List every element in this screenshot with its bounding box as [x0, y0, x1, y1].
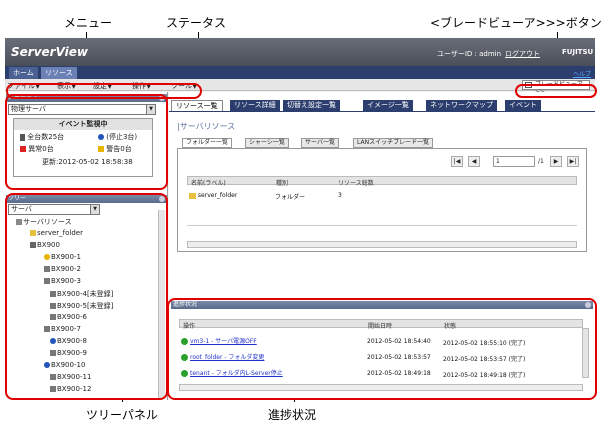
next-page-button[interactable]: ▶ [550, 156, 562, 167]
app-logo: ServerView [11, 45, 88, 59]
highlight-status [5, 94, 168, 190]
subtab-lan-switch-list[interactable]: LANスイッチブレード一覧 [353, 138, 434, 148]
annotation-progress: 進捗状況 [268, 408, 317, 422]
tab-network-map[interactable]: ネットワークマップ [426, 100, 497, 111]
tab-image-list[interactable]: イメージ一覧 [363, 100, 413, 111]
title-bar: ServerView ユーザーID : admin ログアウト FUJITSU [5, 38, 595, 66]
table-divider [187, 225, 577, 226]
annotation-status: ステータス [166, 16, 227, 30]
user-id-label: ユーザーID : admin [437, 50, 502, 58]
annotation-tree-panel: ツリーパネル [86, 408, 158, 422]
tab-resource-detail[interactable]: リソース詳細 [230, 100, 280, 111]
subtab-folder-list[interactable]: フォルダー一覧 [182, 138, 233, 148]
highlight-progress [167, 298, 597, 400]
tab-divider [169, 111, 595, 112]
last-page-button[interactable]: ▶| [567, 156, 579, 167]
tab-switchover-settings[interactable]: 切替え設定一覧 [283, 100, 340, 111]
tab-resource-list[interactable]: リソース一覧 [171, 100, 223, 111]
tab-resource[interactable]: リソース [41, 67, 77, 79]
table-row[interactable]: server_folder [189, 192, 237, 199]
cell-type: フォルダー [275, 194, 306, 201]
folder-table-header: 名前(ラベル) 種別 リソース総数 [187, 176, 577, 187]
brand-logo: FUJITSU [562, 48, 594, 56]
page-number-input[interactable]: 1 [493, 156, 535, 167]
annotation-menu: メニュー [64, 16, 113, 30]
subtab-chassis-list[interactable]: シャーシ一覧 [245, 138, 289, 148]
tab-events[interactable]: イベント [505, 100, 541, 111]
annotation-blade-button: <ブレードビューア>>>ボタン [430, 16, 601, 30]
page-total: /1 [538, 158, 544, 165]
highlight-tree-panel [5, 193, 168, 400]
logout-link[interactable]: ログアウト [505, 49, 540, 59]
help-link[interactable]: ヘルプ [573, 69, 591, 78]
top-tab-bar: ホーム リソース ヘルプ [5, 66, 595, 79]
folder-table-scrollbar[interactable] [187, 241, 577, 248]
column-header[interactable]: リソース総数 [338, 178, 374, 187]
cell-count: 3 [338, 192, 342, 199]
tab-home[interactable]: ホーム [9, 67, 38, 79]
column-header[interactable]: 名前(ラベル) [191, 178, 226, 187]
highlight-blade-button [515, 84, 597, 98]
column-header[interactable]: 種別 [276, 178, 288, 187]
section-title: |サーバリソース [177, 122, 236, 131]
cell-name: server_folder [197, 192, 238, 199]
subtab-server-list[interactable]: サーバ一覧 [301, 138, 339, 148]
first-page-button[interactable]: |◀ [451, 156, 463, 167]
screenshot: メニュー ステータス <ブレードビューア>>>ボタン ツリーパネル 進捗状況 S… [0, 0, 601, 422]
folder-icon [189, 192, 196, 199]
prev-page-button[interactable]: ◀ [468, 156, 480, 167]
